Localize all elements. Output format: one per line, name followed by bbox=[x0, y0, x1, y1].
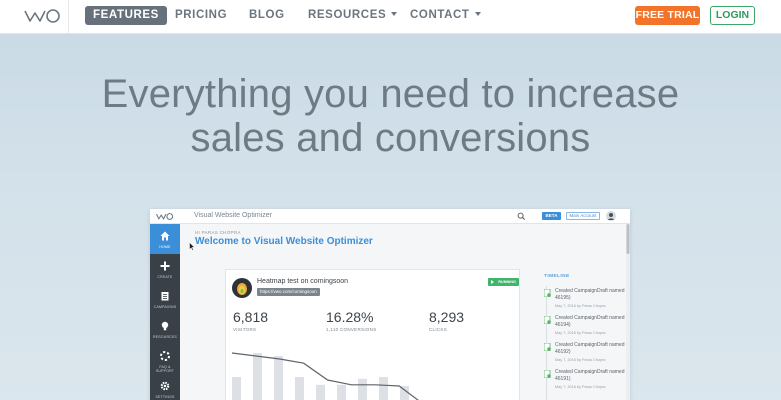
sidebar-item-resources[interactable]: RESOURCES bbox=[150, 314, 180, 344]
clipboard-icon bbox=[161, 292, 169, 301]
timeline-text: Created CampaignDraft named (ID: 46195) bbox=[555, 288, 630, 301]
chart-bar bbox=[295, 377, 304, 400]
status-badge: RUNNING bbox=[488, 278, 519, 286]
timeline-meta: May 7, 2016 by Paras Chopra bbox=[555, 358, 606, 362]
stat-label: CLICKS bbox=[429, 327, 448, 332]
chart-bar bbox=[316, 384, 325, 400]
sidebar-item-support[interactable]: FAQ & SUPPORT bbox=[150, 344, 180, 374]
chart-bar bbox=[274, 356, 283, 400]
chart-bar bbox=[253, 353, 262, 400]
chart-bar bbox=[358, 378, 367, 400]
app-topbar: Visual Website Optimizer BETA Main Accou… bbox=[150, 209, 630, 224]
gear-icon bbox=[160, 381, 170, 391]
timeline-meta: May 7, 2016 by Paras Chopra bbox=[555, 331, 606, 335]
timeline-meta: May 7, 2016 by Paras Chopra bbox=[555, 304, 606, 308]
sidebar-item-label: CREATE bbox=[157, 275, 173, 279]
beta-badge: BETA bbox=[542, 212, 561, 220]
avatar[interactable] bbox=[606, 211, 616, 221]
chart-bar bbox=[337, 384, 346, 400]
status-label: RUNNING bbox=[498, 280, 516, 284]
campaign-url: https://vwo.com/comingsoon bbox=[257, 288, 320, 296]
app-preview: Visual Website Optimizer BETA Main Accou… bbox=[150, 209, 630, 400]
timeline-panel: TIMELINE Created CampaignDraft named (ID… bbox=[540, 274, 630, 400]
page-title: Welcome to Visual Website Optimizer bbox=[195, 236, 373, 247]
app-title: Visual Website Optimizer bbox=[194, 212, 272, 219]
search-icon[interactable] bbox=[517, 212, 526, 221]
hero-headline: Everything you need to increase sales an… bbox=[0, 72, 781, 160]
sidebar-item-label: FAQ & SUPPORT bbox=[155, 365, 175, 373]
heatmap-icon bbox=[232, 278, 252, 298]
campaign-card[interactable]: Heatmap test on comingsoon https://vwo.c… bbox=[225, 269, 520, 400]
chart-bar bbox=[379, 377, 388, 400]
app-main: HI PARAS CHOPRA Welcome to Visual Websit… bbox=[180, 224, 630, 400]
stat-conversions: 16.28% 1,110 CONVERSIONS bbox=[326, 309, 377, 332]
lifebuoy-icon bbox=[160, 351, 170, 361]
sidebar-item-label: CAMPAIGNS bbox=[153, 305, 177, 309]
stat-label: VISITORS bbox=[233, 327, 257, 332]
mouse-cursor-icon bbox=[189, 242, 195, 251]
campaign-title[interactable]: Heatmap test on comingsoon bbox=[257, 278, 348, 285]
vwo-logo[interactable] bbox=[24, 8, 62, 24]
nav-contact-label: CONTACT bbox=[410, 9, 470, 21]
document-add-icon bbox=[544, 343, 551, 351]
scrollbar[interactable] bbox=[626, 224, 630, 400]
timeline-title: TIMELINE bbox=[544, 274, 570, 279]
document-add-icon bbox=[544, 370, 551, 378]
play-icon bbox=[491, 280, 494, 284]
chevron-down-icon bbox=[474, 12, 481, 16]
timeline-text: Created CampaignDraft named (ID: 46194) bbox=[555, 315, 630, 328]
lightbulb-icon bbox=[161, 321, 169, 331]
sidebar-item-label: RESOURCES bbox=[153, 335, 177, 339]
timeline-text: Created CampaignDraft named (ID: 46192) bbox=[555, 342, 630, 355]
sidebar-item-create[interactable]: CREATE bbox=[150, 254, 180, 284]
stat-value: 16.28% bbox=[326, 309, 374, 325]
account-selector[interactable]: Main Account bbox=[566, 212, 600, 220]
app-sidebar: HOME CREATE CAMPAIGNS RESOURCES FAQ & SU… bbox=[150, 224, 180, 400]
campaign-chart bbox=[231, 352, 419, 400]
home-icon bbox=[160, 231, 170, 241]
greeting-text: HI PARAS CHOPRA bbox=[195, 230, 241, 235]
hero-line-2: sales and conversions bbox=[190, 116, 591, 160]
nav-resources-label: RESOURCES bbox=[308, 9, 387, 21]
chart-bar bbox=[232, 377, 241, 400]
document-add-icon bbox=[544, 316, 551, 324]
sidebar-item-label: HOME bbox=[159, 245, 171, 249]
sidebar-item-settings[interactable]: SETTINGS bbox=[150, 374, 180, 400]
stat-value: 8,293 bbox=[429, 309, 465, 325]
hero-line-1: Everything you need to increase bbox=[101, 72, 680, 116]
timeline-meta: May 7, 2016 by Paras Chopra bbox=[555, 385, 606, 389]
sidebar-item-label: SETTINGS bbox=[155, 395, 175, 399]
nav-contact[interactable]: CONTACT bbox=[410, 9, 481, 21]
free-trial-button[interactable]: FREE TRIAL bbox=[635, 6, 700, 25]
nav-features[interactable]: FEATURES bbox=[85, 6, 167, 25]
nav-resources[interactable]: RESOURCES bbox=[308, 9, 398, 21]
stat-label: 1,110 CONVERSIONS bbox=[326, 327, 377, 332]
timeline-text: Created CampaignDraft named (ID: 46191) bbox=[555, 369, 630, 382]
nav-pricing[interactable]: PRICING bbox=[175, 9, 227, 21]
nav-blog[interactable]: BLOG bbox=[249, 9, 285, 21]
stat-value: 6,818 bbox=[233, 309, 269, 325]
top-navigation: FEATURES PRICING BLOG RESOURCES CONTACT … bbox=[0, 0, 781, 34]
stat-clicks: 8,293 CLICKS bbox=[429, 309, 464, 332]
sidebar-item-campaigns[interactable]: CAMPAIGNS bbox=[150, 284, 180, 314]
login-button[interactable]: LOGIN bbox=[710, 6, 755, 25]
document-add-icon bbox=[544, 289, 551, 297]
plus-icon bbox=[160, 261, 170, 271]
app-logo bbox=[156, 213, 174, 220]
chevron-down-icon bbox=[391, 12, 398, 16]
stat-visitors: 6,818 VISITORS bbox=[233, 309, 268, 332]
sidebar-item-home[interactable]: HOME bbox=[150, 224, 180, 254]
logo-divider bbox=[68, 0, 69, 34]
